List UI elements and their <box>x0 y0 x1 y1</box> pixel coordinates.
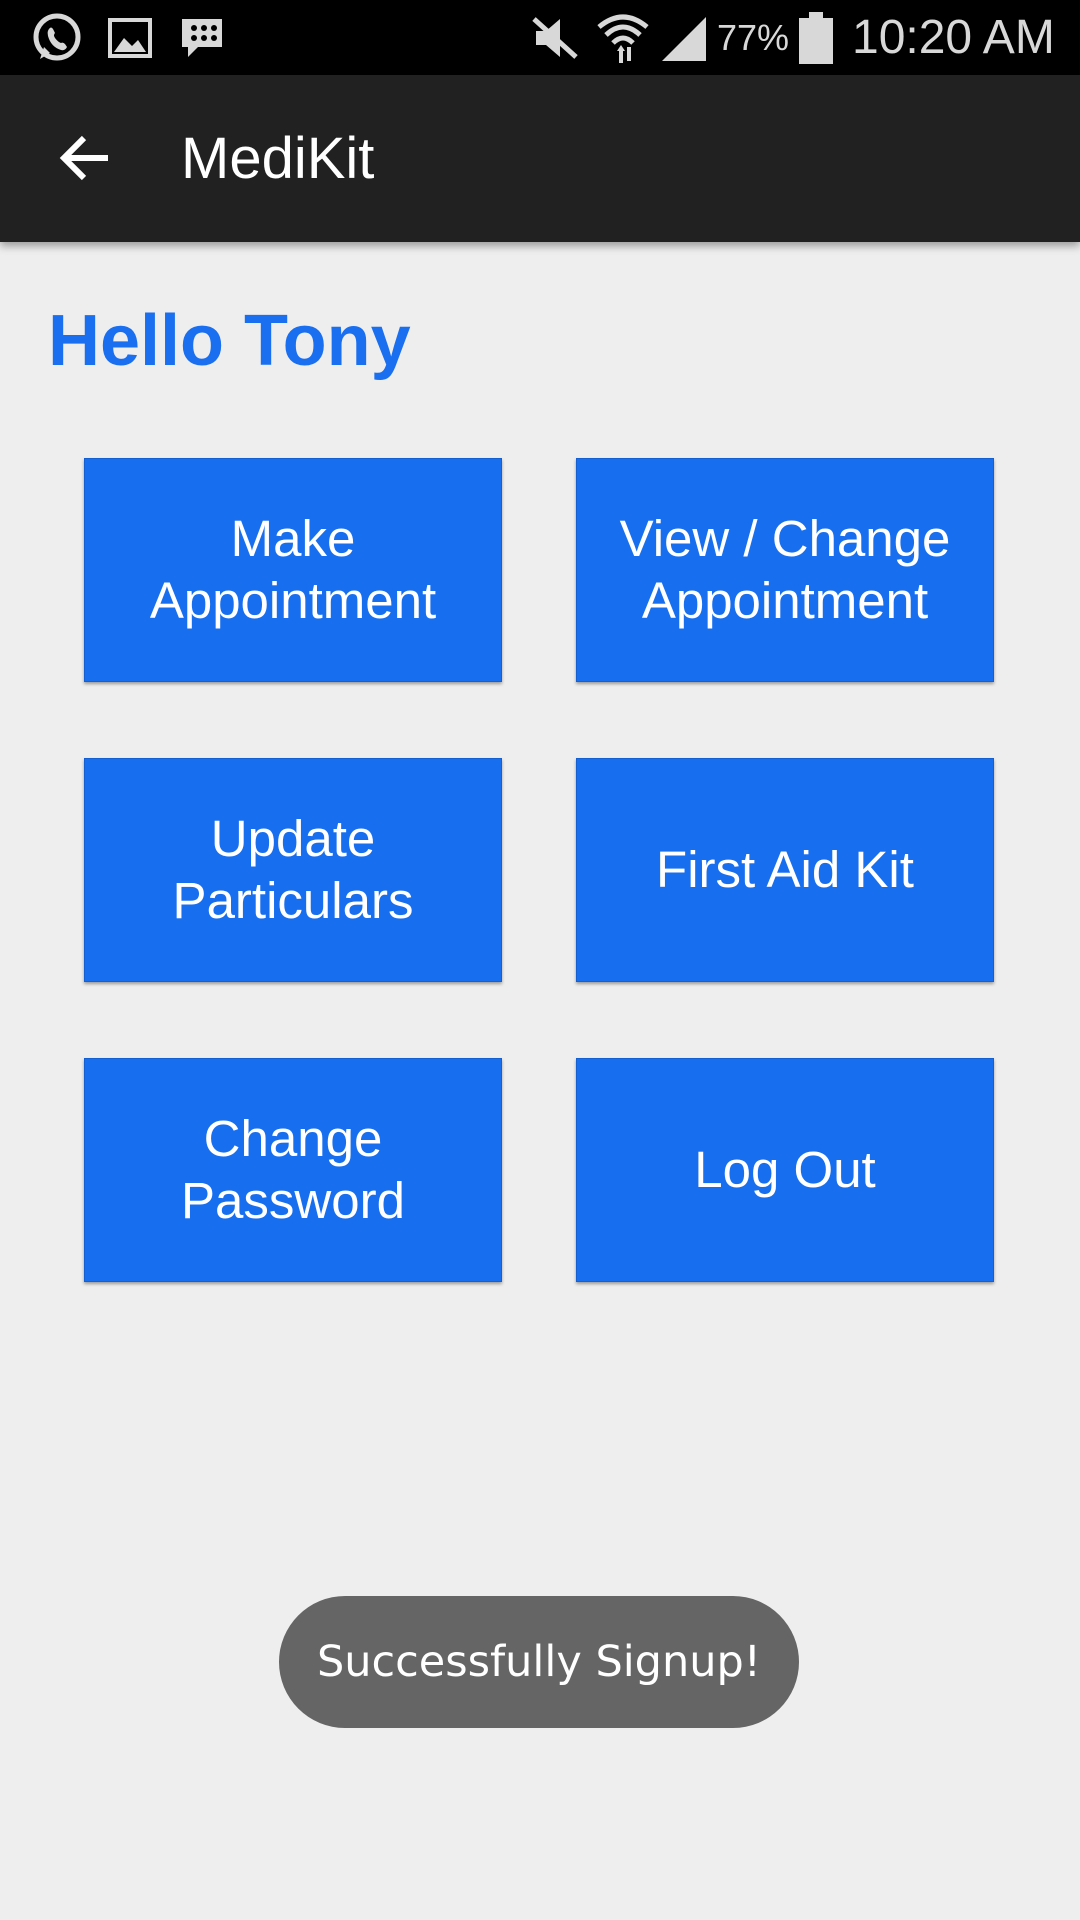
button-label: Log Out <box>694 1141 876 1198</box>
mute-icon <box>530 0 580 75</box>
toast-text: Successfully Signup! <box>316 1637 762 1687</box>
greeting-heading: Hello Tony <box>48 301 411 381</box>
toast-message: Successfully Signup! <box>279 1596 799 1728</box>
battery-icon <box>797 0 835 75</box>
button-label: View / Change Appointment <box>619 510 951 629</box>
update-particulars-button[interactable]: Update Particulars <box>84 758 502 982</box>
signal-icon <box>660 0 708 75</box>
button-label: Change Password <box>181 1110 405 1229</box>
view-change-appointment-button[interactable]: View / Change Appointment <box>576 458 994 682</box>
battery-percent: 77% <box>717 16 790 58</box>
first-aid-kit-button[interactable]: First Aid Kit <box>576 758 994 982</box>
app-bar: MediKit <box>0 75 1080 242</box>
bbm-icon <box>178 0 226 75</box>
button-label: Make Appointment <box>149 510 437 629</box>
status-bar: 77% 10:20 AM <box>0 0 1080 75</box>
make-appointment-button[interactable]: Make Appointment <box>84 458 502 682</box>
app-title: MediKit <box>181 126 375 191</box>
clock: 10:20 AM <box>852 11 1055 64</box>
gallery-icon <box>108 0 152 75</box>
back-button[interactable] <box>40 115 130 205</box>
button-label: First Aid Kit <box>656 841 914 898</box>
whatsapp-icon <box>30 0 84 75</box>
button-label: Update Particulars <box>172 810 414 929</box>
arrow-left-icon <box>58 134 112 187</box>
log-out-button[interactable]: Log Out <box>576 1058 994 1282</box>
wifi-icon <box>595 0 651 75</box>
change-password-button[interactable]: Change Password <box>84 1058 502 1282</box>
